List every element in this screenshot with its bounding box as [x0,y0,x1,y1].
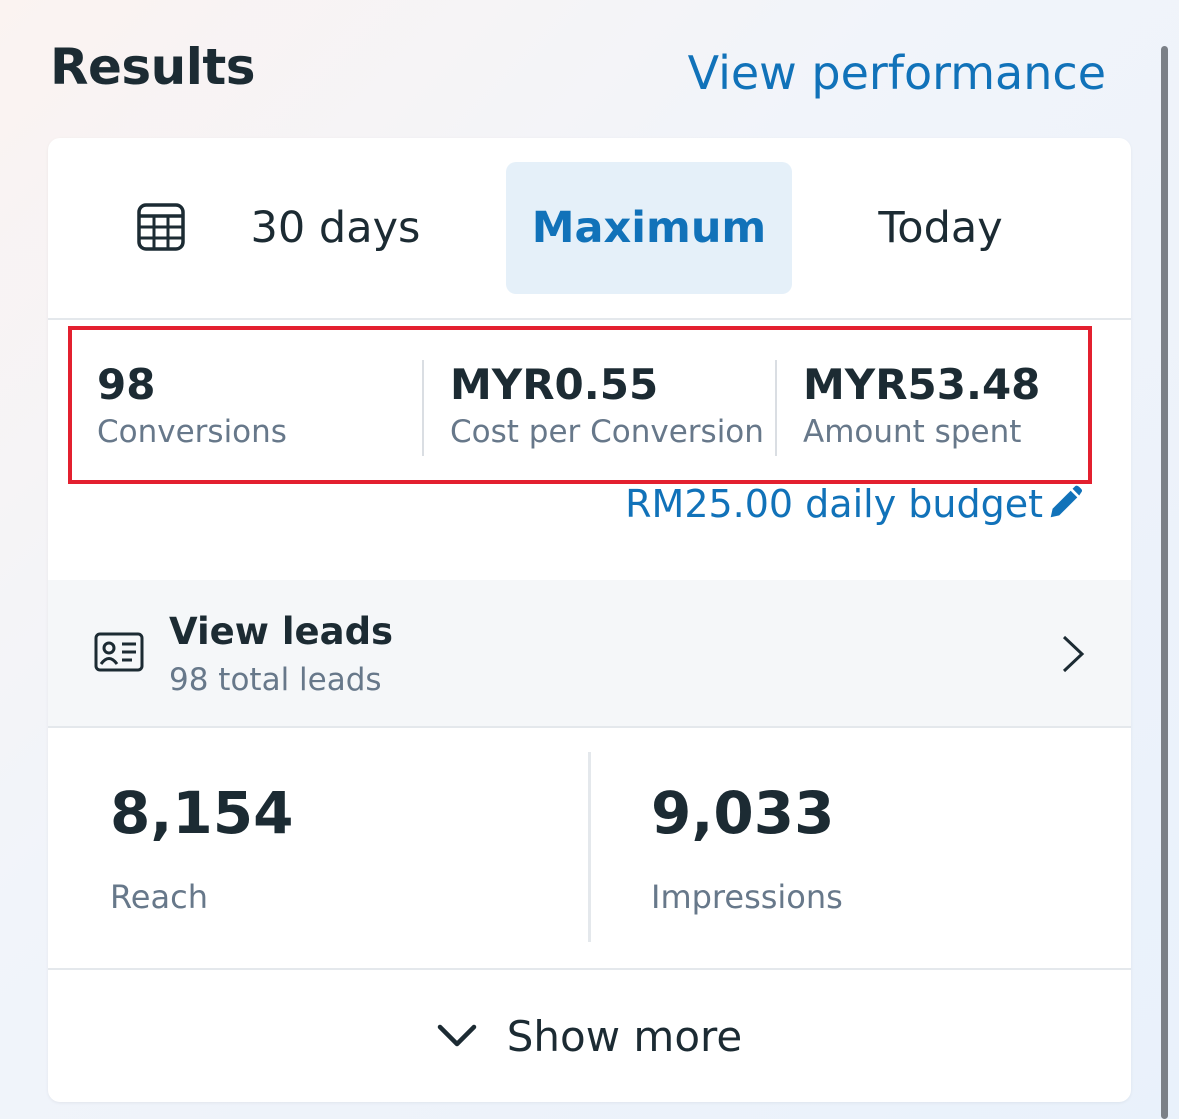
total-leads-count: 98 total leads [169,662,382,698]
view-leads-row[interactable]: View leads 98 total leads [48,580,1131,728]
pencil-icon [1050,485,1083,518]
stat-value: 8,154 [110,779,294,847]
stat-label: Reach [110,878,208,916]
metric-value: MYR0.55 [450,360,659,409]
contact-card-icon [94,632,144,672]
metric-cost-per-conversion: MYR0.55 Cost per Conversion [450,360,764,454]
view-performance-link[interactable]: View performance [688,46,1106,100]
metric-value: 98 [97,360,156,409]
stat-value: 9,033 [651,779,835,847]
tab-maximum[interactable]: Maximum [506,162,792,294]
daily-budget-label: RM25.00 daily budget [625,482,1043,526]
show-more-button[interactable]: Show more [48,970,1131,1102]
page-title: Results [50,38,256,96]
results-header: Results View performance [50,38,1106,108]
metric-amount-spent: MYR53.48 Amount spent [803,360,1040,454]
metric-label: Amount spent [803,414,1022,450]
tab-today[interactable]: Today [838,162,1043,294]
tab-30-days[interactable]: 30 days [218,162,453,294]
reach-impressions-stats: 8,154 Reach 9,033 Impressions [48,728,1131,970]
results-card: 30 days Maximum Today 98 Conversions MYR… [48,138,1131,1102]
chevron-right-icon [1062,635,1085,673]
daily-budget-link[interactable]: RM25.00 daily budget [625,482,1083,526]
metric-divider [775,360,777,456]
metric-conversions: 98 Conversions [97,360,287,454]
chevron-down-icon [437,1024,476,1047]
stat-impressions: 9,033 Impressions [651,778,843,916]
metrics-summary: 98 Conversions MYR0.55 Cost per Conversi… [68,326,1092,484]
stat-label: Impressions [651,878,843,916]
metric-divider [422,360,424,456]
scrollbar[interactable] [1161,46,1168,1119]
metric-value: MYR53.48 [803,360,1041,409]
calendar-icon[interactable] [136,202,186,252]
show-more-label: Show more [506,1011,743,1061]
stat-reach: 8,154 Reach [110,778,293,916]
metric-label: Conversions [97,414,287,450]
view-leads-title: View leads [169,610,394,653]
stat-divider [588,752,591,942]
metric-label: Cost per Conversion [450,414,764,450]
date-range-tabs: 30 days Maximum Today [48,138,1131,320]
